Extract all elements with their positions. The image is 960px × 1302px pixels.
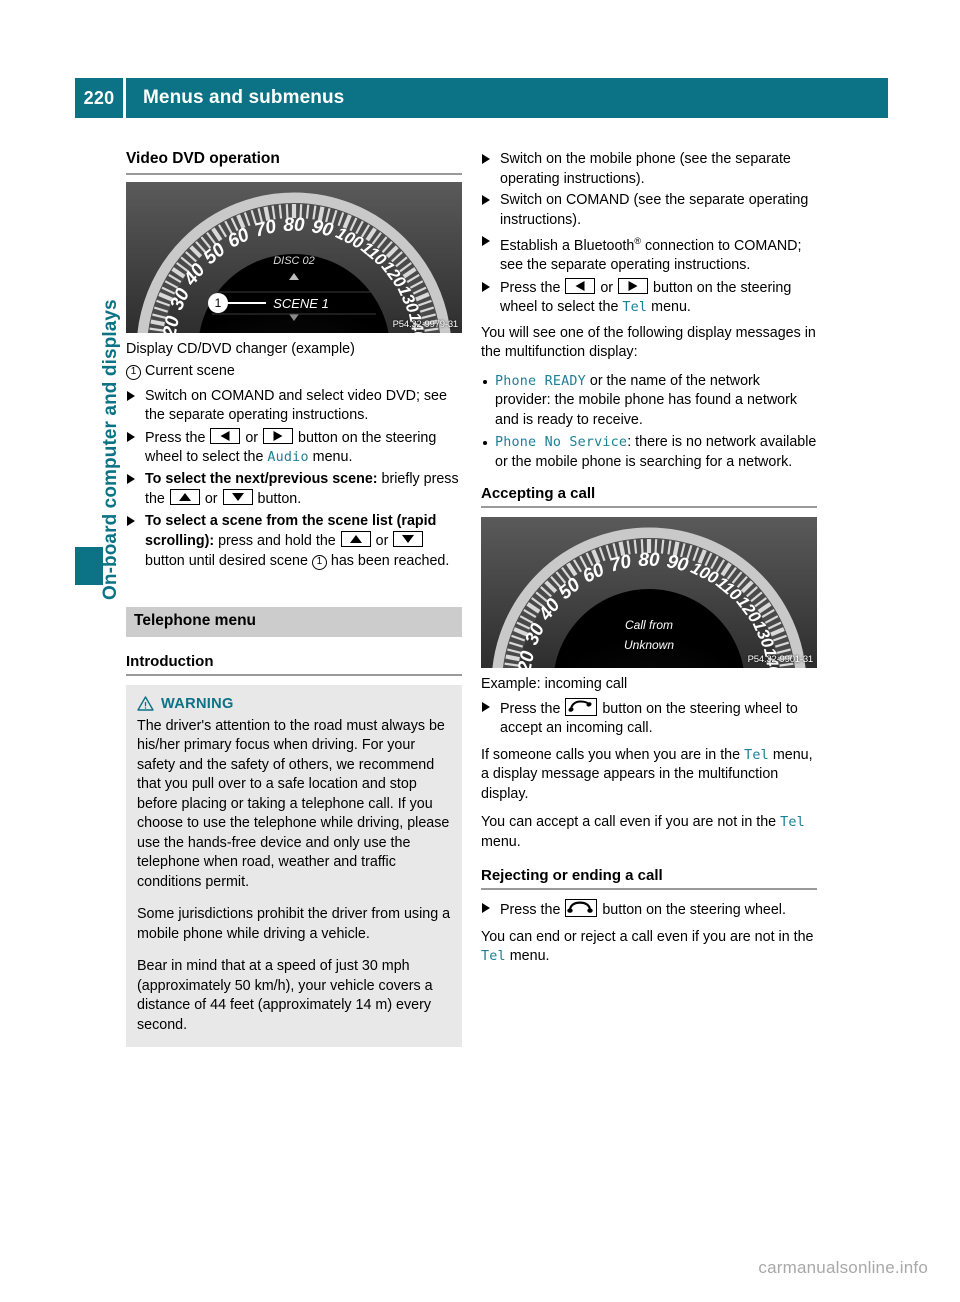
arrow-up-button-icon (340, 531, 371, 548)
warning-label: WARNING (161, 695, 234, 712)
arrow-up-button-icon (169, 489, 200, 506)
bullet-list-item: Phone No Service: there is no network av… (481, 433, 817, 472)
instruction-step: Press the or button on the steering whee… (481, 277, 817, 318)
paragraphs-accepting: If someone calls you when you are in the… (481, 746, 817, 853)
subheading-accepting-a-call: Accepting a call (481, 485, 817, 509)
display-message-list: Phone READY or the name of the network p… (481, 372, 817, 473)
instruction-step: Press the button on the steering wheel. (481, 899, 817, 921)
callout-number-inline: 1 (311, 554, 327, 570)
step-triangle-icon (127, 515, 135, 526)
legend-item-current-scene: 1 Current scene (126, 362, 462, 382)
display-term: Tel (622, 300, 648, 316)
figure-code: P54.32-9979-31 (392, 318, 459, 330)
intro-paragraph-display-messages: You will see one of the following displa… (481, 324, 816, 361)
display-term: Tel (780, 815, 805, 831)
instruction-step: Switch on COMAND (see the separate opera… (481, 191, 817, 230)
instruction-step: Press the button on the steering wheel t… (481, 697, 817, 739)
page-header: 220 Menus and submenus (75, 78, 888, 118)
svg-text:80: 80 (283, 215, 305, 236)
chapter-tab-marker (75, 547, 103, 585)
step-triangle-icon (482, 195, 490, 205)
figure-caption-incoming-call: Example: incoming call (481, 676, 628, 693)
instruction-step: Switch on the mobile phone (see the sepa… (481, 150, 817, 189)
arrow-down-button-icon (393, 531, 424, 548)
step-reject-call: Press the button on the steering wheel. (481, 899, 817, 921)
step-triangle-icon (127, 431, 135, 442)
steps-phone-setup: Switch on the mobile phone (see the sepa… (481, 150, 817, 318)
instruction-step: Switch on COMAND and select video DVD; s… (126, 387, 462, 426)
chapter-side-tab: On-board computer and displays (72, 180, 121, 610)
instruction-step: To select the next/previous scene: brief… (126, 470, 462, 510)
arrow-left-button-icon (210, 427, 241, 444)
svg-text:DISC 02: DISC 02 (273, 255, 315, 267)
svg-text:Unknown: Unknown (624, 638, 674, 652)
bullet-dot-icon (483, 441, 487, 446)
step-triangle-icon (127, 473, 135, 484)
figure-code: P54.32-9901-31 (747, 654, 814, 666)
subheading-introduction: Introduction (126, 653, 462, 676)
subheading-rejecting-or-ending-a-call: Rejecting or ending a call (481, 867, 817, 891)
paragraphs-rejecting: You can end or reject a call even if you… (481, 928, 817, 967)
step-accept-call: Press the button on the steering wheel t… (481, 697, 817, 739)
phone-accept-button-icon (565, 697, 598, 716)
callout-number-1: 1 (126, 365, 141, 381)
phone-hangup-button-icon (565, 899, 598, 918)
page-title: Menus and submenus (143, 87, 345, 108)
registered-mark: ® (634, 236, 641, 246)
emphasis-text: To select the next/previous scene: (145, 470, 378, 487)
display-term: Tel (744, 747, 769, 763)
warning-paragraph: Bear in mind that at a speed of just 30 … (137, 958, 433, 1033)
svg-text:SCENE 1: SCENE 1 (273, 296, 329, 311)
body-paragraph: If someone calls you when you are in the… (481, 746, 813, 802)
display-term: Phone No Service (495, 435, 628, 451)
warning-triangle-icon (137, 696, 154, 711)
legend-item-label: Current scene (145, 363, 235, 380)
warning-box: WARNING The driver's attention to the ro… (126, 684, 462, 1048)
instruction-step: Establish a Bluetooth® connection to COM… (481, 232, 817, 276)
arrow-left-button-icon (565, 277, 596, 294)
body-paragraph: You can accept a call even if you are no… (481, 814, 805, 850)
site-watermark: carmanualsonline.info (758, 1258, 928, 1277)
right-column: Switch on the mobile phone (see the sepa… (481, 150, 817, 976)
svg-text:80: 80 (638, 550, 660, 571)
arrow-right-button-icon (618, 277, 649, 294)
bullet-list-item: Phone READY or the name of the network p… (481, 372, 817, 431)
step-triangle-icon (482, 236, 490, 246)
steps-video-dvd: Switch on COMAND and select video DVD; s… (126, 387, 462, 572)
body-paragraph: You can end or reject a call even if you… (481, 928, 814, 965)
display-term: Phone READY (495, 373, 586, 389)
figure-dvd-cluster: 20 30 40 50 60 70 80 90 100 110 120 130 140 DISC 02 S… (126, 181, 462, 333)
instruction-step: Press the or button on the steering whee… (126, 427, 462, 468)
bullet-dot-icon (483, 379, 487, 384)
chapter-side-tab-label: On-board computer and displays (100, 299, 121, 600)
figure-caption-dvd: Display CD/DVD changer (example) (126, 340, 355, 357)
svg-text:1: 1 (215, 296, 222, 310)
warning-paragraph: Some jurisdictions prohibit the driver f… (137, 906, 451, 942)
step-triangle-icon (482, 154, 490, 164)
page-number: 220 (83, 87, 115, 108)
step-triangle-icon (482, 701, 490, 712)
step-triangle-icon (482, 903, 490, 914)
topic-heading-video-dvd: Video DVD operation (126, 150, 462, 175)
section-heading-telephone-menu: Telephone menu (126, 607, 462, 637)
instruction-step: To select a scene from the scene list (r… (126, 512, 462, 572)
step-triangle-icon (127, 390, 135, 401)
figure-incoming-call-cluster: 20 30 40 50 60 70 80 90 100 110 120 130 140 Call fro… (481, 517, 817, 669)
warning-header: WARNING (137, 696, 451, 712)
arrow-right-button-icon (263, 427, 294, 444)
left-column: Video DVD operation 20 30 40 50 60 70 80 90 100 1… (126, 150, 462, 1048)
step-triangle-icon (482, 281, 490, 292)
display-term: Audio (267, 450, 309, 466)
warning-paragraphs: The driver's attention to the road must … (137, 717, 451, 1036)
display-term: Tel (481, 949, 506, 965)
warning-paragraph: The driver's attention to the road must … (137, 717, 450, 890)
arrow-down-button-icon (222, 489, 253, 506)
svg-text:Call from: Call from (625, 618, 673, 632)
